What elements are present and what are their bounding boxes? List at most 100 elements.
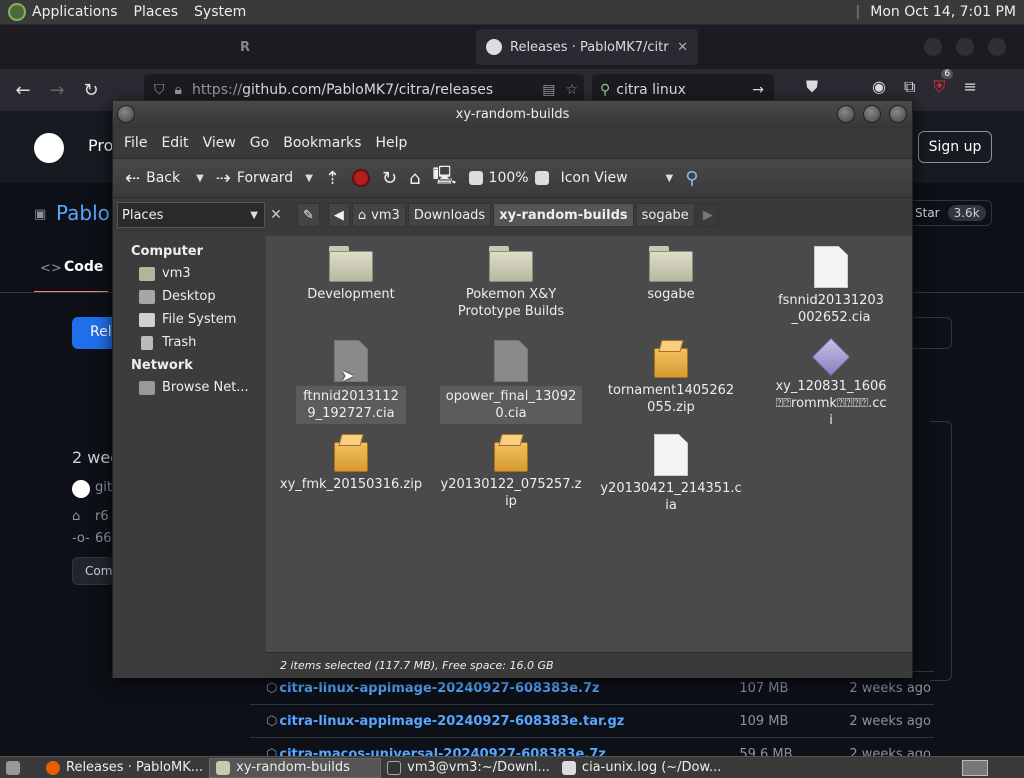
applications-menu[interactable]: Applications — [0, 3, 126, 21]
url-text: https://github.com/PabloMK7/citra/releas… — [192, 82, 493, 98]
breadcrumb-downloads[interactable]: Downloads — [407, 203, 492, 227]
breadcrumb-sogabe[interactable]: sogabe — [635, 203, 695, 227]
breadcrumb-right-arrow-icon[interactable]: ▶ — [696, 203, 719, 227]
home-folder-icon: ⌂ — [357, 207, 367, 223]
ublock-icon[interactable]: ⛨ 6 — [933, 69, 954, 97]
browser-tab-inactive[interactable]: R — [230, 29, 470, 65]
taskbar-item-file-manager[interactable]: xy-random-builds — [209, 757, 382, 778]
menu-file[interactable]: File — [117, 135, 154, 151]
menu-go[interactable]: Go — [243, 135, 276, 151]
workspace-switcher[interactable] — [956, 758, 994, 778]
maximize-button[interactable] — [956, 38, 974, 56]
window-minimize-button[interactable] — [837, 105, 855, 123]
back-arrow-icon[interactable]: ← — [6, 73, 40, 107]
file-item[interactable]: fsnnid20131203_002652.cia — [756, 246, 906, 326]
bookmark-star-icon[interactable]: ☆ — [565, 82, 578, 98]
hamburger-menu-icon[interactable]: ≡ — [963, 77, 976, 97]
file-item[interactable]: xy_120831_1606 ⍰⍰rommk⍰⍰⍰⍰.cci — [756, 337, 906, 429]
window-maximize-button[interactable] — [863, 105, 881, 123]
minimize-button[interactable] — [924, 38, 942, 56]
file-item[interactable]: tornament1405262055.zip — [596, 340, 746, 416]
file-item[interactable]: y20130421_214351.cia — [596, 434, 746, 514]
view-mode-select[interactable]: Icon View ▼ — [555, 159, 680, 197]
stop-button[interactable] — [346, 159, 376, 197]
places-select[interactable]: Places ▼ — [117, 202, 265, 228]
sidebar-item-browse-network[interactable]: Browse Net... — [113, 376, 266, 399]
repo-owner-partial[interactable]: Pablo — [56, 201, 110, 225]
zoom-level[interactable]: 100% — [489, 170, 529, 186]
sidebar-item-trash[interactable]: Trash — [113, 331, 266, 354]
computer-button[interactable]: 🖳︎ — [427, 159, 463, 197]
reload-icon[interactable]: ↻ — [74, 73, 108, 107]
file-item[interactable]: y20130122_075257.zip — [436, 434, 586, 510]
shield-icon: ⛉ — [154, 82, 165, 98]
reload-button[interactable]: ↻ — [376, 159, 403, 197]
taskbar-item-terminal[interactable]: vm3@vm3:~/Downl... — [381, 758, 556, 778]
file-item-selected[interactable]: opower_final_130920.cia — [436, 340, 586, 424]
github-logo-icon[interactable] — [34, 133, 64, 163]
status-bar: 2 items selected (117.7 MB), Free space:… — [266, 652, 912, 678]
author-avatar-icon — [72, 480, 90, 498]
reader-view-icon[interactable]: ▤ — [542, 82, 555, 98]
clock[interactable]: Mon Oct 14, 7:01 PM — [870, 4, 1016, 20]
search-go-icon[interactable]: → — [752, 82, 764, 98]
close-button[interactable] — [988, 38, 1006, 56]
author-partial[interactable]: git — [95, 480, 112, 495]
nav-product-partial[interactable]: Pro — [88, 136, 113, 155]
system-menu[interactable]: System — [186, 4, 254, 20]
reload-icon: ↻ — [382, 167, 398, 189]
forward-arrow-icon[interactable]: → — [40, 73, 74, 107]
star-button[interactable]: Star 3.6k — [906, 200, 992, 226]
compare-button[interactable]: Com — [72, 557, 114, 585]
zoom-out-icon[interactable] — [468, 171, 483, 185]
file-toolbar: ⇠ Back ▼ ⇢ Forward ▼ ⇡ ↻ ⌂ 🖳︎ 100% Icon … — [113, 158, 912, 198]
asset-row[interactable]: ⬡ citra-linux-appimage-20240927-608383e.… — [250, 704, 934, 737]
menu-view[interactable]: View — [196, 135, 243, 151]
taskbar-item-firefox[interactable]: Releases · PabloMK... — [40, 758, 209, 778]
window-close-button[interactable] — [889, 105, 907, 123]
document-icon — [654, 434, 688, 476]
account-icon[interactable]: ◉ — [872, 77, 886, 97]
close-sidebar-icon[interactable]: ✕ — [265, 207, 287, 223]
search-button[interactable]: ⚲ — [679, 159, 704, 197]
extensions-icon[interactable]: ⧉ — [904, 77, 915, 97]
sign-up-button[interactable]: Sign up — [918, 131, 992, 163]
menu-edit[interactable]: Edit — [154, 135, 195, 151]
sidebar-item-desktop[interactable]: Desktop — [113, 285, 266, 308]
menu-bookmarks[interactable]: Bookmarks — [276, 135, 368, 151]
home-button[interactable]: ⌂ — [403, 159, 426, 197]
forward-dropdown-icon[interactable]: ▼ — [305, 173, 313, 184]
tag-partial[interactable]: r6 — [95, 509, 109, 524]
find-release-input[interactable] — [910, 317, 952, 349]
back-button[interactable]: ⇠ Back ▼ — [119, 159, 210, 197]
file-item[interactable]: Development — [276, 246, 426, 303]
sidebar-item-vm3[interactable]: vm3 — [113, 262, 266, 285]
sidebar-item-filesystem[interactable]: File System — [113, 308, 266, 331]
browser-tab-active[interactable]: Releases · PabloMK7/citra ✕ — [476, 29, 698, 65]
breadcrumb-left-arrow-icon[interactable]: ◀ — [327, 203, 350, 227]
file-item[interactable]: xy_fmk_20150316.zip — [276, 434, 426, 493]
taskbar-item-editor[interactable]: cia-unix.log (~/Dow... — [556, 758, 727, 778]
browser-tab-inactive[interactable] — [0, 29, 230, 65]
window-titlebar[interactable]: xy-random-builds — [113, 101, 912, 128]
edit-location-icon[interactable]: ✎ — [297, 203, 320, 227]
commit-partial[interactable]: 66 — [95, 531, 112, 546]
up-button[interactable]: ⇡ — [319, 159, 346, 197]
file-item[interactable]: Pokemon X&Y Prototype Builds — [436, 246, 586, 320]
forward-button[interactable]: ⇢ Forward ▼ — [210, 159, 319, 197]
zoom-in-icon[interactable] — [534, 171, 549, 185]
show-desktop-button[interactable] — [0, 758, 26, 778]
breadcrumb-vm3[interactable]: ⌂ vm3 — [351, 203, 406, 227]
file-item[interactable]: sogabe — [596, 246, 746, 303]
menu-help[interactable]: Help — [368, 135, 414, 151]
file-name: y20130421_214351.cia — [600, 481, 742, 513]
breadcrumb-current[interactable]: xy-random-builds — [493, 203, 634, 227]
back-dropdown-icon[interactable]: ▼ — [196, 173, 204, 184]
file-name: tornament1405262055.zip — [607, 383, 735, 415]
pocket-icon[interactable]: ⛊ — [806, 77, 818, 97]
file-name: Development — [307, 287, 395, 302]
places-menu[interactable]: Places — [126, 4, 187, 20]
tab-code[interactable]: Code — [64, 259, 103, 275]
tab-close-icon[interactable]: ✕ — [677, 40, 688, 55]
window-menu-button[interactable] — [117, 105, 135, 123]
